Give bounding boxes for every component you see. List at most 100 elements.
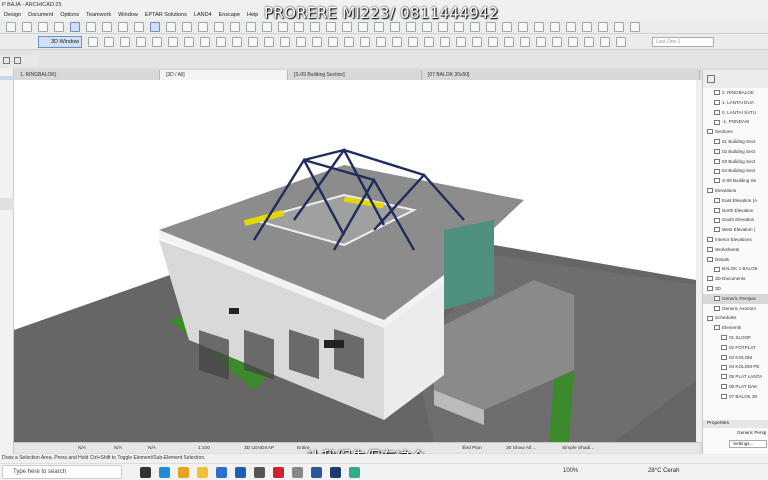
navigator-item[interactable]: Interior Elevations: [707, 235, 752, 245]
3d-viewport[interactable]: [14, 80, 696, 442]
navigator-item[interactable]: S-09 Building Se: [707, 176, 756, 186]
navigator-item[interactable]: 2. RINGBALOK: [707, 88, 754, 98]
navigator-item[interactable]: Worksheets: [707, 245, 739, 255]
view-tool-icon[interactable]: [408, 37, 418, 47]
view-tool-icon[interactable]: [376, 37, 386, 47]
view-tool-icon[interactable]: [488, 37, 498, 47]
navigator-item[interactable]: 01 Building Sect: [707, 137, 755, 147]
project-map-icon[interactable]: [707, 75, 715, 83]
tool-icon[interactable]: [582, 22, 592, 32]
navigator-item[interactable]: 0. LANTAI SATU: [707, 108, 756, 118]
tool-icon[interactable]: [86, 22, 96, 32]
tool-icon[interactable]: [6, 22, 16, 32]
navigator-item[interactable]: 02 FOTPLAT: [707, 343, 756, 353]
navigator-item[interactable]: 01 SLOOF: [707, 333, 751, 343]
menu-item-7[interactable]: Enscape: [219, 10, 240, 20]
menu-item-1[interactable]: Document: [28, 10, 53, 20]
view-tool-icon[interactable]: [328, 37, 338, 47]
tool-icon[interactable]: [214, 22, 224, 32]
view-tool-icon[interactable]: [232, 37, 242, 47]
view-tool-icon[interactable]: [360, 37, 370, 47]
tool-icon[interactable]: [486, 22, 496, 32]
3d-window-button[interactable]: 3D Window: [38, 36, 82, 48]
photoshop-icon[interactable]: [330, 467, 341, 478]
view-tool-icon[interactable]: [536, 37, 546, 47]
navigator-item[interactable]: Elements: [707, 323, 741, 333]
tool-icon[interactable]: [358, 22, 368, 32]
navigator-item[interactable]: 1. LANTAI DUA: [707, 98, 754, 108]
tool-icon[interactable]: [118, 22, 128, 32]
tool-icon[interactable]: [294, 22, 304, 32]
navigator-item[interactable]: 05 PLAT LANTA: [707, 372, 762, 382]
tool-icon[interactable]: [38, 22, 48, 32]
status-field[interactable]: 3D LENGKAP: [244, 444, 274, 453]
view-tool-icon[interactable]: [264, 37, 274, 47]
view-tab[interactable]: [S-09 Building Section]: [288, 70, 422, 80]
view-tab[interactable]: 1. RINGBALOK): [14, 70, 160, 80]
navigator-item[interactable]: BALOK 1 BALOK: [707, 264, 758, 274]
file-explorer-icon[interactable]: [197, 467, 208, 478]
menu-item-5[interactable]: EPTAR Solutions: [145, 10, 187, 20]
navigator-item[interactable]: 3D Documents: [707, 274, 745, 284]
tool-icon[interactable]: [278, 22, 288, 32]
tool-icon[interactable]: [550, 22, 560, 32]
view-tool-icon[interactable]: [584, 37, 594, 47]
tool-icon[interactable]: [22, 22, 32, 32]
view-tool-icon[interactable]: [280, 37, 290, 47]
task-view-icon[interactable]: [140, 467, 151, 478]
tool-icon[interactable]: [598, 22, 608, 32]
tool-icon[interactable]: [342, 22, 352, 32]
status-field[interactable]: N/A: [148, 444, 156, 453]
tool-icon[interactable]: [406, 22, 416, 32]
navigator-item[interactable]: South Elevation: [707, 215, 754, 225]
view-tool-icon[interactable]: [552, 37, 562, 47]
view-tool-icon[interactable]: [504, 37, 514, 47]
navigator-item[interactable]: 04 KOLOM PE: [707, 362, 759, 372]
tool-icon[interactable]: [614, 22, 624, 32]
view-tool-icon[interactable]: [296, 37, 306, 47]
view-tab[interactable]: [3D / All]: [160, 70, 288, 80]
menu-item-3[interactable]: Teamwork: [86, 10, 111, 20]
view-tool-icon[interactable]: [120, 37, 130, 47]
view-tool-icon[interactable]: [520, 37, 530, 47]
settings-icon[interactable]: [292, 467, 303, 478]
app-icon[interactable]: [349, 467, 360, 478]
tool-icon[interactable]: [518, 22, 528, 32]
tool-icon[interactable]: [470, 22, 480, 32]
navigator-item[interactable]: Elevations: [707, 186, 736, 196]
navigator-item[interactable]: West Elevation (: [707, 225, 755, 235]
tool-icon[interactable]: [374, 22, 384, 32]
tool-icon[interactable]: [502, 22, 512, 32]
navigator-item[interactable]: 07 BALOK 30: [707, 392, 757, 402]
view-tool-icon[interactable]: [152, 37, 162, 47]
navigator-item[interactable]: -1. PONDASI: [707, 117, 749, 127]
view-tool-icon[interactable]: [136, 37, 146, 47]
media-icon[interactable]: [273, 467, 284, 478]
navigator-item[interactable]: North Elevation: [707, 206, 753, 216]
view-tool-icon[interactable]: [344, 37, 354, 47]
taskbar-search-input[interactable]: Type here to search: [2, 465, 122, 479]
pin-icon[interactable]: [3, 57, 10, 64]
view-tool-icon[interactable]: [312, 37, 322, 47]
status-field-right[interactable]: Simple Shadi...: [562, 444, 594, 453]
view-tool-icon[interactable]: [104, 37, 114, 47]
tool-icon[interactable]: [534, 22, 544, 32]
view-tool-icon[interactable]: [248, 37, 258, 47]
store-icon[interactable]: [254, 467, 265, 478]
tool-icon[interactable]: [630, 22, 640, 32]
navigator-item[interactable]: 03 KOLOM: [707, 353, 752, 363]
tool-icon[interactable]: [454, 22, 464, 32]
menu-item-0[interactable]: Design: [4, 10, 21, 20]
tool-icon[interactable]: [422, 22, 432, 32]
menu-item-4[interactable]: Window: [118, 10, 138, 20]
view-tool-icon[interactable]: [392, 37, 402, 47]
status-field[interactable]: N/A: [78, 444, 86, 453]
status-field[interactable]: 1:100: [198, 444, 210, 453]
tool-icon[interactable]: [326, 22, 336, 32]
tool-icon[interactable]: [390, 22, 400, 32]
view-tool-icon[interactable]: [472, 37, 482, 47]
menu-item-2[interactable]: Options: [60, 10, 79, 20]
navigator-item[interactable]: Sections: [707, 127, 733, 137]
navigator-item[interactable]: 04 Building Sect: [707, 166, 755, 176]
navigator-item[interactable]: 03 Building Sect: [707, 157, 755, 167]
